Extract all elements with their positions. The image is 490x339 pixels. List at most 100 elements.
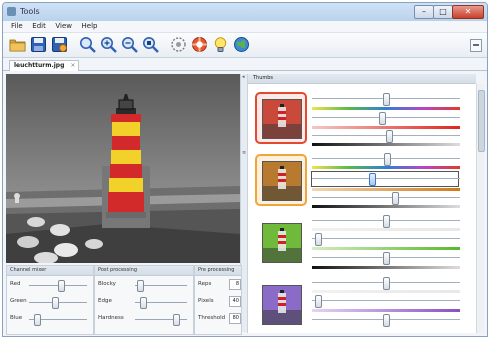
tip-icon[interactable] — [212, 36, 229, 53]
toolbar — [3, 33, 487, 58]
close-button[interactable]: ✕ — [452, 5, 484, 19]
brightness-bar — [312, 205, 460, 208]
lighthouse-image — [6, 74, 240, 263]
save-as-icon[interactable] — [51, 36, 68, 53]
menu-help[interactable]: Help — [82, 21, 98, 32]
saturation-bar — [312, 126, 460, 129]
menu-edit[interactable]: Edit — [32, 21, 46, 32]
thumb-slider[interactable] — [312, 173, 460, 186]
thumb-frame[interactable] — [255, 278, 307, 330]
brightness-bar — [312, 143, 460, 146]
thumb-image — [262, 285, 302, 325]
splitter-grip-icon[interactable]: ≡ — [242, 151, 246, 156]
document-tab-label: leuchtturm.jpg — [14, 62, 65, 69]
threshold-row: Threshold 80 — [195, 310, 241, 327]
blocky-slider-row: Blocky — [95, 276, 193, 293]
scrollbar-thumb[interactable] — [478, 90, 485, 152]
thumb-image — [262, 223, 302, 263]
thumb-item — [248, 149, 476, 209]
thumb-slider[interactable] — [312, 233, 460, 246]
hardness-slider-knob[interactable] — [172, 314, 180, 326]
blue-slider-row: Blue — [7, 310, 93, 327]
menu-file[interactable]: File — [11, 21, 23, 32]
hue-bar — [312, 290, 460, 293]
edge-slider-row: Edge — [95, 293, 193, 310]
brightness-bar — [312, 266, 460, 269]
thumb-item — [248, 273, 476, 333]
save-icon[interactable] — [30, 36, 47, 53]
thumb-slider[interactable] — [312, 112, 460, 125]
thumb-slider[interactable] — [312, 215, 460, 228]
thumb-frame-active[interactable] — [255, 154, 307, 206]
window-title: Tools — [20, 7, 40, 16]
hue-bar — [312, 166, 460, 169]
saturation-bar — [312, 309, 460, 312]
thumb-frame[interactable] — [255, 216, 307, 268]
image-preview[interactable] — [6, 74, 240, 263]
filter-icon[interactable] — [170, 36, 187, 53]
edge-label: Edge — [98, 298, 112, 304]
collapse-arrow-icon[interactable]: ◂ — [242, 75, 246, 80]
red-slider-knob[interactable] — [57, 280, 65, 292]
zoom-fit-icon[interactable] — [79, 36, 96, 53]
thumb-frame-selected[interactable] — [255, 92, 307, 144]
thumb-image — [262, 161, 302, 201]
edge-slider-knob[interactable] — [139, 297, 147, 309]
open-folder-icon[interactable] — [9, 36, 26, 53]
reps-spinbox[interactable]: 8 — [229, 279, 241, 290]
menu-view[interactable]: View — [55, 21, 72, 32]
saturation-bar — [312, 247, 460, 250]
thumb-slider[interactable] — [312, 93, 460, 106]
green-slider-knob[interactable] — [52, 297, 60, 309]
maximize-button[interactable]: □ — [433, 5, 453, 19]
green-slider-row: Green — [7, 293, 93, 310]
document-tab[interactable]: leuchtturm.jpg × — [9, 60, 80, 71]
channel-mixer-title: Channel mixer — [7, 266, 93, 276]
app-icon — [7, 7, 16, 16]
pixels-label: Pixels — [198, 298, 214, 304]
thumbs-title: Thumbs — [248, 74, 476, 84]
red-slider-row: Red — [7, 276, 93, 293]
document-tab-strip: leuchtturm.jpg × — [3, 58, 487, 71]
thumb-slider[interactable] — [312, 192, 460, 205]
blocky-label: Blocky — [98, 281, 116, 287]
thumb-item — [248, 211, 476, 271]
hue-bar — [312, 228, 460, 231]
post-processing-panel: Post processing Blocky Edge Hardness — [94, 265, 194, 335]
threshold-spinbox[interactable]: 80 — [229, 313, 241, 324]
pre-processing-panel: Pre processing Reps 8 Pixels 40 Threshol… — [194, 265, 242, 335]
green-label: Green — [10, 298, 27, 304]
thumb-slider[interactable] — [312, 130, 460, 143]
blue-slider-knob[interactable] — [34, 314, 42, 326]
red-label: Red — [10, 281, 21, 287]
globe-icon[interactable] — [233, 36, 250, 53]
reps-label: Reps — [198, 281, 212, 287]
thumb-slider[interactable] — [312, 252, 460, 265]
thumb-item — [248, 87, 476, 147]
properties-area: Channel mixer Red Green Blue Post proces… — [6, 265, 242, 335]
pre-processing-title: Pre processing — [195, 266, 241, 276]
thumbs-scrollbar[interactable] — [476, 84, 485, 333]
pixels-row: Pixels 40 — [195, 293, 241, 310]
pixels-spinbox[interactable]: 40 — [229, 296, 241, 307]
zoom-actual-icon[interactable] — [142, 36, 159, 53]
zoom-out-icon[interactable] — [121, 36, 138, 53]
thumb-slider[interactable] — [312, 295, 460, 308]
channel-mixer-panel: Channel mixer Red Green Blue — [6, 265, 94, 335]
blocky-slider-knob[interactable] — [136, 280, 144, 292]
thumb-slider[interactable] — [312, 277, 460, 290]
thumbs-panel: Thumbs — [247, 74, 476, 333]
minimize-button[interactable]: – — [414, 5, 434, 19]
hue-bar — [312, 107, 460, 110]
settings-icon[interactable] — [191, 36, 208, 53]
zoom-in-icon[interactable] — [100, 36, 117, 53]
panel-toggle-button[interactable] — [470, 39, 482, 52]
tab-close-icon[interactable]: × — [70, 61, 75, 71]
threshold-label: Threshold — [198, 315, 226, 321]
thumb-image — [262, 99, 302, 139]
post-processing-title: Post processing — [95, 266, 193, 276]
hardness-slider-row: Hardness — [95, 310, 193, 327]
thumb-slider[interactable] — [312, 314, 460, 327]
thumb-slider[interactable] — [312, 153, 460, 166]
saturation-bar — [312, 188, 460, 191]
